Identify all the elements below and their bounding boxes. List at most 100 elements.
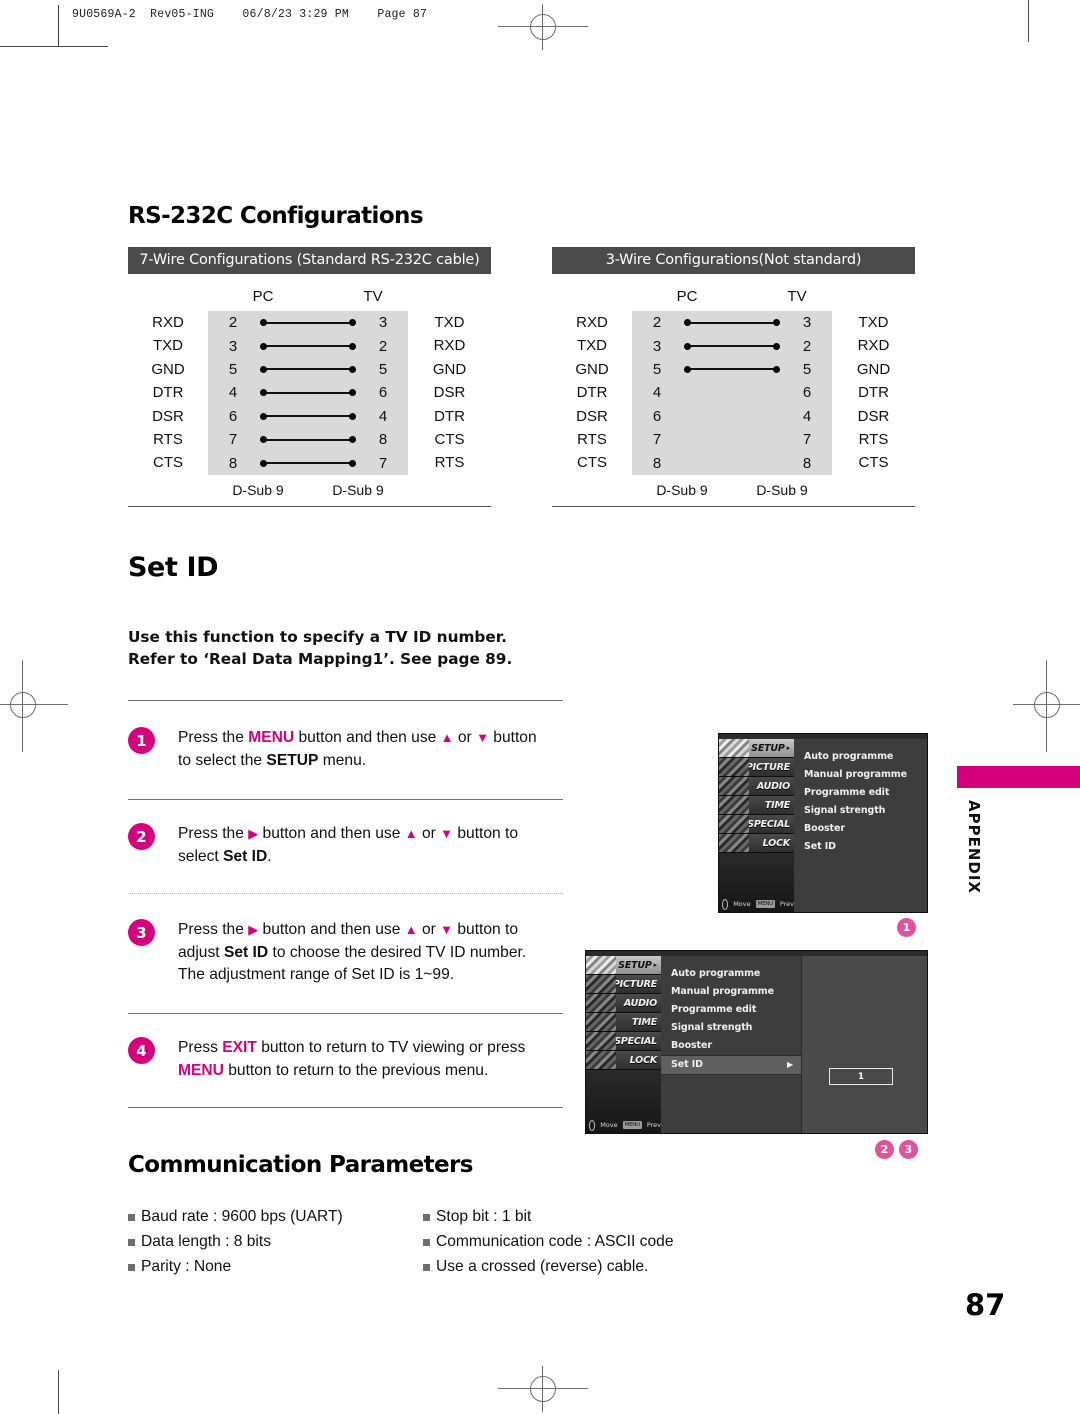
osd-menu-item[interactable]: Programme edit — [804, 784, 927, 802]
osd-menu-item[interactable]: Set ID — [804, 838, 927, 856]
wire-label: DSR — [857, 407, 890, 425]
osd-menu-item[interactable]: Manual programme — [804, 766, 927, 784]
trim-line-bottom-left — [58, 1370, 60, 1414]
pin-left: 5 — [228, 360, 238, 378]
osd-thumbnail-icon — [586, 1051, 616, 1069]
osd-nav-bar: Move MENU Prev — [586, 1117, 661, 1133]
pin-left: 7 — [228, 431, 238, 449]
osd-thumbnail-icon — [719, 815, 749, 833]
wire-label: DTR — [858, 384, 889, 402]
step-text-run: Press the — [178, 729, 249, 746]
step-text-run: button to return to TV viewing or press — [256, 1039, 526, 1056]
osd-sidebar-item-lock[interactable]: LOCK — [586, 1051, 661, 1070]
osd-menu-item[interactable]: Manual programme — [671, 983, 801, 1001]
osd-sidebar-item-time[interactable]: TIME — [719, 796, 794, 815]
wire-label: CTS — [858, 454, 889, 472]
osd-sidebar-label: AUDIO — [756, 780, 790, 792]
osd-thumbnail-icon — [586, 975, 616, 993]
osd-sidebar-item-picture[interactable]: PICTURE — [586, 975, 661, 994]
step-badge: 3 — [128, 919, 155, 946]
osd-thumbnail-icon — [719, 834, 749, 852]
wire-row: 64 — [208, 405, 408, 428]
step-1: 1 Press the MENU button and then use ▲ o… — [128, 727, 583, 772]
step-text-run: button to — [453, 825, 519, 842]
pin-left: 3 — [228, 337, 238, 355]
osd-menu-item[interactable]: Signal strength — [671, 1019, 801, 1037]
wire-grid: RXD TXD GND DTR DSR RTS CTS 23325546647887 TXD… — [128, 311, 491, 475]
osd-thumbnail-icon — [586, 956, 616, 974]
osd-sidebar-item-audio[interactable]: AUDIO — [586, 994, 661, 1013]
divider-above-step-1 — [128, 700, 563, 702]
osd-sidebar-label: TIME — [631, 1016, 657, 1028]
osd-sidebar-item-picture[interactable]: PICTURE — [719, 758, 794, 777]
osd-sidebar-label: SPECIAL — [747, 818, 790, 830]
wire-label: CTS — [577, 454, 607, 472]
osd-menu-item[interactable]: Signal strength — [804, 802, 927, 820]
osd-value-panel: 1 — [801, 956, 927, 1133]
comm-param-text: Use a crossed (reverse) cable. — [436, 1258, 649, 1275]
osd-sidebar-item-audio[interactable]: AUDIO — [719, 777, 794, 796]
osd-sidebar-item-setup[interactable]: SETUP ▸ — [719, 739, 794, 758]
divider-above-step-3 — [128, 893, 563, 894]
osd-menu-item[interactable]: Booster — [804, 820, 927, 838]
osd-sidebar-item-setup[interactable]: SETUP ▸ — [586, 956, 661, 975]
emphasis: Set ID — [223, 943, 269, 961]
pin-right: 5 — [378, 360, 388, 378]
osd-menu-item[interactable]: Programme edit — [671, 1001, 801, 1019]
wire-grid: RXD TXD GND DTR DSR RTS CTS 23325546647788 TXD… — [552, 311, 915, 475]
osd-menu-item[interactable]: Auto programme — [671, 965, 801, 983]
osd-sidebar-item-special[interactable]: SPECIAL — [719, 815, 794, 834]
divider-above-step-4 — [128, 1013, 563, 1015]
osd-thumbnail-icon — [719, 739, 749, 757]
direction-arrow-icon: ▼ — [476, 730, 489, 745]
step-badge: 2 — [128, 823, 155, 850]
step-text-run: menu. — [318, 751, 367, 769]
step-text-run: button and then use — [258, 825, 405, 842]
comm-param-text: Baud rate : 9600 bps (UART) — [141, 1208, 343, 1225]
wire-row: 55 — [208, 358, 408, 381]
wire-label: RXD — [857, 337, 890, 355]
wire-label: DSR — [152, 407, 184, 425]
wire-label: RXD — [152, 314, 184, 331]
header-tv: TV — [363, 288, 383, 305]
osd-menu-item[interactable]: Booster — [671, 1037, 801, 1055]
osd-screenshot-setid-selected: SETUP ▸ PICTURE AUDIO TIME SPECIAL LOCK Move M… — [585, 950, 928, 1134]
wire-label: GND — [575, 360, 609, 378]
direction-arrow-icon: ▶ — [248, 826, 259, 841]
osd-nav-prev: Prev — [646, 1121, 661, 1129]
osd-menu-item[interactable]: Auto programme — [804, 748, 927, 766]
wire-config-3wire: 3-Wire Configurations(Not standard) PC T… — [552, 247, 915, 508]
key-label: EXIT — [222, 1039, 257, 1056]
comm-params-right: Stop bit : 1 bit Communication code : ASC… — [423, 1204, 674, 1279]
wire-config-title: 3-Wire Configurations(Not standard) — [552, 247, 915, 274]
osd-sidebar-item-special[interactable]: SPECIAL — [586, 1032, 661, 1051]
dpad-icon — [589, 1119, 596, 1131]
page-content: RS-232C Configurations 7-Wire Configurat… — [128, 0, 918, 1414]
step-text-run: The adjustment range of Set ID is 1~99. — [178, 966, 455, 983]
appendix-tab-label: APPENDIX — [965, 800, 983, 894]
osd-sidebar-label: PICTURE — [745, 761, 790, 773]
registration-mark-left — [0, 660, 68, 752]
osd-sidebar-item-lock[interactable]: LOCK — [719, 834, 794, 853]
step-badge: 1 — [128, 727, 155, 754]
dpad-icon — [722, 898, 729, 910]
direction-arrow-icon: ▲ — [404, 922, 418, 937]
page-number: 87 — [965, 1288, 1006, 1322]
setid-heading-wrap: Set ID — [128, 552, 219, 583]
osd-menu-item-set-id[interactable]: Set ID ▶ — [661, 1055, 801, 1075]
osd-sidebar-item-time[interactable]: TIME — [586, 1013, 661, 1032]
step-text-run: or — [417, 825, 441, 842]
pin-left: 8 — [228, 454, 238, 472]
comm-param-item: Data length : 8 bits — [128, 1229, 423, 1254]
step-text-run: to select the — [178, 751, 267, 769]
pin-left: 8 — [652, 454, 662, 472]
pin-right: 4 — [802, 407, 812, 425]
dsub-left: D-Sub 9 — [232, 481, 284, 498]
osd-sidebar-filler: Move MENU Prev — [719, 853, 794, 912]
wire-label: RTS — [577, 430, 607, 448]
wire-row: 87 — [208, 451, 408, 474]
pin-left: 6 — [228, 407, 238, 425]
wire-left-labels: RXD TXD GND DTR DSR RTS CTS — [552, 311, 632, 475]
square-bullet-icon — [423, 1264, 430, 1271]
step-text-run: or — [453, 729, 477, 746]
